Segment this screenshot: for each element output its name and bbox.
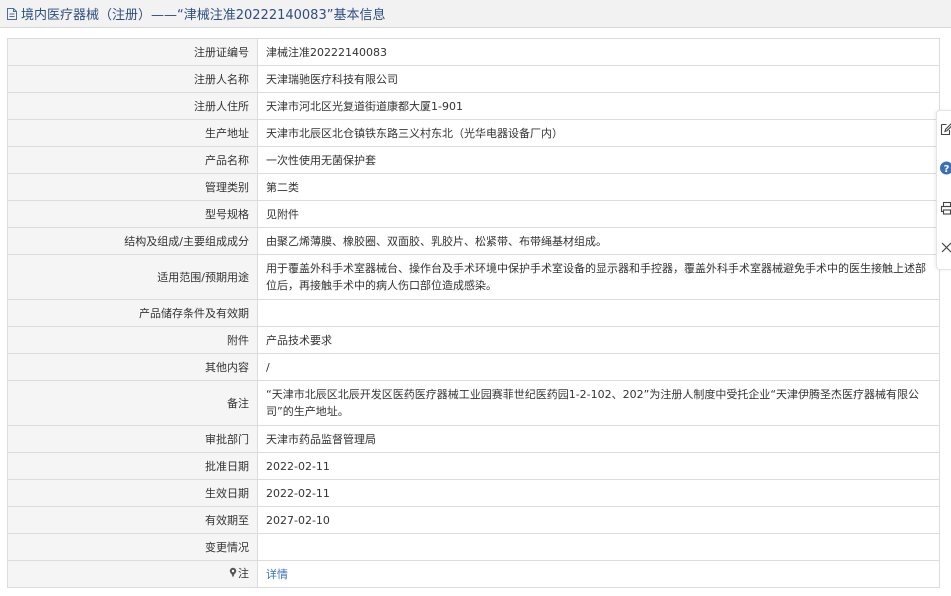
table-row: 注册证编号 津械注准20222140083 (7, 38, 940, 66)
row-label: 注册人名称 (7, 65, 258, 93)
table-row: 批准日期 2022-02-11 (7, 452, 940, 480)
row-label: 适用范围/预期用途 (7, 254, 258, 300)
table-row: 注册人住所 天津市河北区光复道街道康都大厦1-901 (7, 92, 940, 120)
row-label: 产品储存条件及有效期 (7, 299, 258, 327)
table-row: 备注 “天津市北辰区北辰开发区医药医疗器械工业园赛菲世纪医药园1-2-102、2… (7, 380, 940, 426)
row-label: 有效期至 (7, 506, 258, 534)
row-value: 由聚乙烯薄膜、橡胶圈、双面胶、乳胶片、松紧带、布带绳基材组成。 (257, 227, 940, 255)
row-label: 其他内容 (7, 353, 258, 381)
row-value: 第二类 (257, 173, 940, 201)
table-row: 注 详情 (7, 560, 940, 588)
edit-icon[interactable] (939, 121, 951, 137)
row-value: 一次性使用无菌保护套 (257, 146, 940, 174)
row-label: 备注 (7, 380, 258, 426)
row-label: 注册人住所 (7, 92, 258, 120)
row-value: 天津瑞驰医疗科技有限公司 (257, 65, 940, 93)
row-value: 天津市药品监督管理局 (257, 425, 940, 453)
print-icon[interactable] (939, 200, 951, 216)
help-icon[interactable]: ? (939, 160, 951, 176)
info-table: 注册证编号 津械注准20222140083 注册人名称 天津瑞驰医疗科技有限公司… (7, 38, 940, 588)
row-value: 2027-02-10 (257, 506, 940, 534)
row-label: 产品名称 (7, 146, 258, 174)
row-value: 2022-02-11 (257, 479, 940, 507)
table-row: 审批部门 天津市药品监督管理局 (7, 425, 940, 453)
table-row: 变更情况 (7, 533, 940, 561)
row-label: 型号规格 (7, 200, 258, 228)
row-value: 津械注准20222140083 (257, 38, 940, 66)
note-row-label: 注 (7, 560, 258, 588)
row-label: 生效日期 (7, 479, 258, 507)
row-value: 天津市河北区光复道街道康都大厦1-901 (257, 92, 940, 120)
row-label: 批准日期 (7, 452, 258, 480)
row-value: 2022-02-11 (257, 452, 940, 480)
row-value (257, 299, 940, 327)
row-value: 见附件 (257, 200, 940, 228)
row-label: 管理类别 (7, 173, 258, 201)
row-label: 附件 (7, 326, 258, 354)
row-label: 注册证编号 (7, 38, 258, 66)
row-value (257, 533, 940, 561)
row-label: 结构及组成/主要组成成分 (7, 227, 258, 255)
row-label: 变更情况 (7, 533, 258, 561)
row-value: 天津市北辰区北仓镇铁东路三义村东北（光华电器设备厂内） (257, 119, 940, 147)
close-icon[interactable] (939, 239, 951, 255)
row-value: 用于覆盖外科手术室器械台、操作台及手术环境中保护手术室设备的显示器和手控器，覆盖… (257, 254, 940, 300)
details-link[interactable]: 详情 (266, 568, 288, 581)
table-row: 型号规格 见附件 (7, 200, 940, 228)
row-label: 生产地址 (7, 119, 258, 147)
page-title: 境内医疗器械（注册）——“津械注准20222140083”基本信息 (21, 8, 386, 23)
row-value: 详情 (257, 560, 940, 588)
pin-icon (229, 566, 237, 583)
note-label: 注 (238, 567, 249, 580)
table-row: 适用范围/预期用途 用于覆盖外科手术室器械台、操作台及手术环境中保护手术室设备的… (7, 254, 940, 300)
table-row: 有效期至 2027-02-10 (7, 506, 940, 534)
table-row: 生产地址 天津市北辰区北仓镇铁东路三义村东北（光华电器设备厂内） (7, 119, 940, 147)
table-row: 注册人名称 天津瑞驰医疗科技有限公司 (7, 65, 940, 93)
page-header: 境内医疗器械（注册）——“津械注准20222140083”基本信息 (0, 0, 951, 28)
floating-toolbar: ? (936, 110, 951, 270)
row-value: 产品技术要求 (257, 326, 940, 354)
table-row: 产品储存条件及有效期 (7, 299, 940, 327)
row-label: 审批部门 (7, 425, 258, 453)
table-row: 其他内容 / (7, 353, 940, 381)
row-value: / (257, 353, 940, 381)
table-row: 生效日期 2022-02-11 (7, 479, 940, 507)
table-row: 附件 产品技术要求 (7, 326, 940, 354)
svg-text:?: ? (944, 164, 950, 175)
table-row: 管理类别 第二类 (7, 173, 940, 201)
table-row: 产品名称 一次性使用无菌保护套 (7, 146, 940, 174)
document-icon (5, 7, 19, 21)
row-value: “天津市北辰区北辰开发区医药医疗器械工业园赛菲世纪医药园1-2-102、202”… (257, 380, 940, 426)
table-row: 结构及组成/主要组成成分 由聚乙烯薄膜、橡胶圈、双面胶、乳胶片、松紧带、布带绳基… (7, 227, 940, 255)
